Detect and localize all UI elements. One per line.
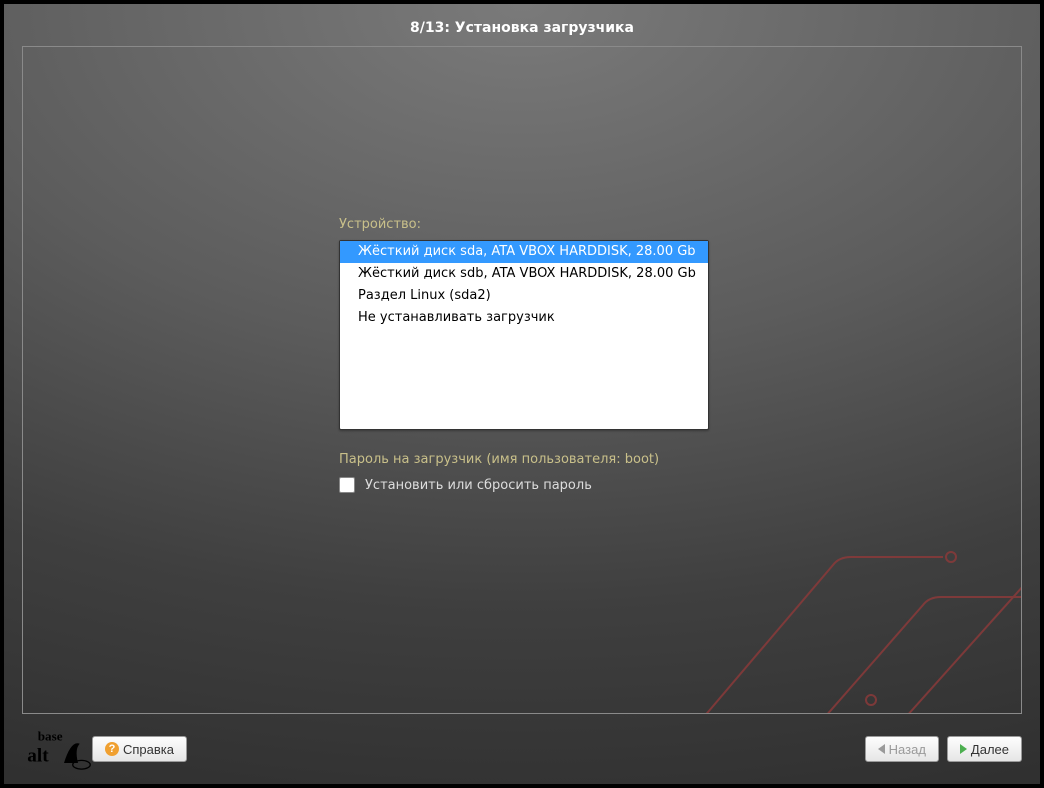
help-button[interactable]: ? Справка <box>92 736 187 762</box>
device-label: Устройство: <box>339 217 719 232</box>
installer-window: 8/13: Установка загрузчика Устройство: Ж… <box>4 4 1040 784</box>
help-button-label: Справка <box>123 742 174 757</box>
form-area: Устройство: Жёсткий диск sda, ATA VBOX H… <box>339 217 719 493</box>
next-button-label: Далее <box>971 742 1009 757</box>
device-listbox[interactable]: Жёсткий диск sda, ATA VBOX HARDDISK, 28.… <box>339 240 709 430</box>
password-label: Пароль на загрузчик (имя пользователя: b… <box>339 452 719 467</box>
arrow-right-icon <box>960 744 967 754</box>
footer: base alt ? Справка Назад Далее <box>4 714 1040 784</box>
next-button[interactable]: Далее <box>947 736 1022 762</box>
arrow-left-icon <box>878 744 885 754</box>
back-button: Назад <box>865 736 939 762</box>
device-option[interactable]: Раздел Linux (sda2) <box>340 285 708 307</box>
password-section: Пароль на загрузчик (имя пользователя: b… <box>339 452 719 493</box>
content-frame: Устройство: Жёсткий диск sda, ATA VBOX H… <box>22 46 1022 714</box>
svg-text:alt: alt <box>27 745 49 766</box>
set-password-checkbox[interactable] <box>339 477 355 493</box>
svg-text:base: base <box>38 728 63 743</box>
device-option[interactable]: Жёсткий диск sdb, ATA VBOX HARDDISK, 28.… <box>340 263 708 285</box>
set-password-checkbox-row[interactable]: Установить или сбросить пароль <box>339 477 719 493</box>
device-option[interactable]: Жёсткий диск sda, ATA VBOX HARDDISK, 28.… <box>340 241 708 263</box>
basealt-logo: base alt <box>22 724 92 774</box>
help-icon: ? <box>105 742 119 756</box>
footer-nav: Назад Далее <box>865 736 1022 762</box>
device-option[interactable]: Не устанавливать загрузчик <box>340 307 708 329</box>
back-button-label: Назад <box>889 742 926 757</box>
set-password-checkbox-label: Установить или сбросить пароль <box>365 478 592 493</box>
page-title: 8/13: Установка загрузчика <box>4 4 1040 46</box>
